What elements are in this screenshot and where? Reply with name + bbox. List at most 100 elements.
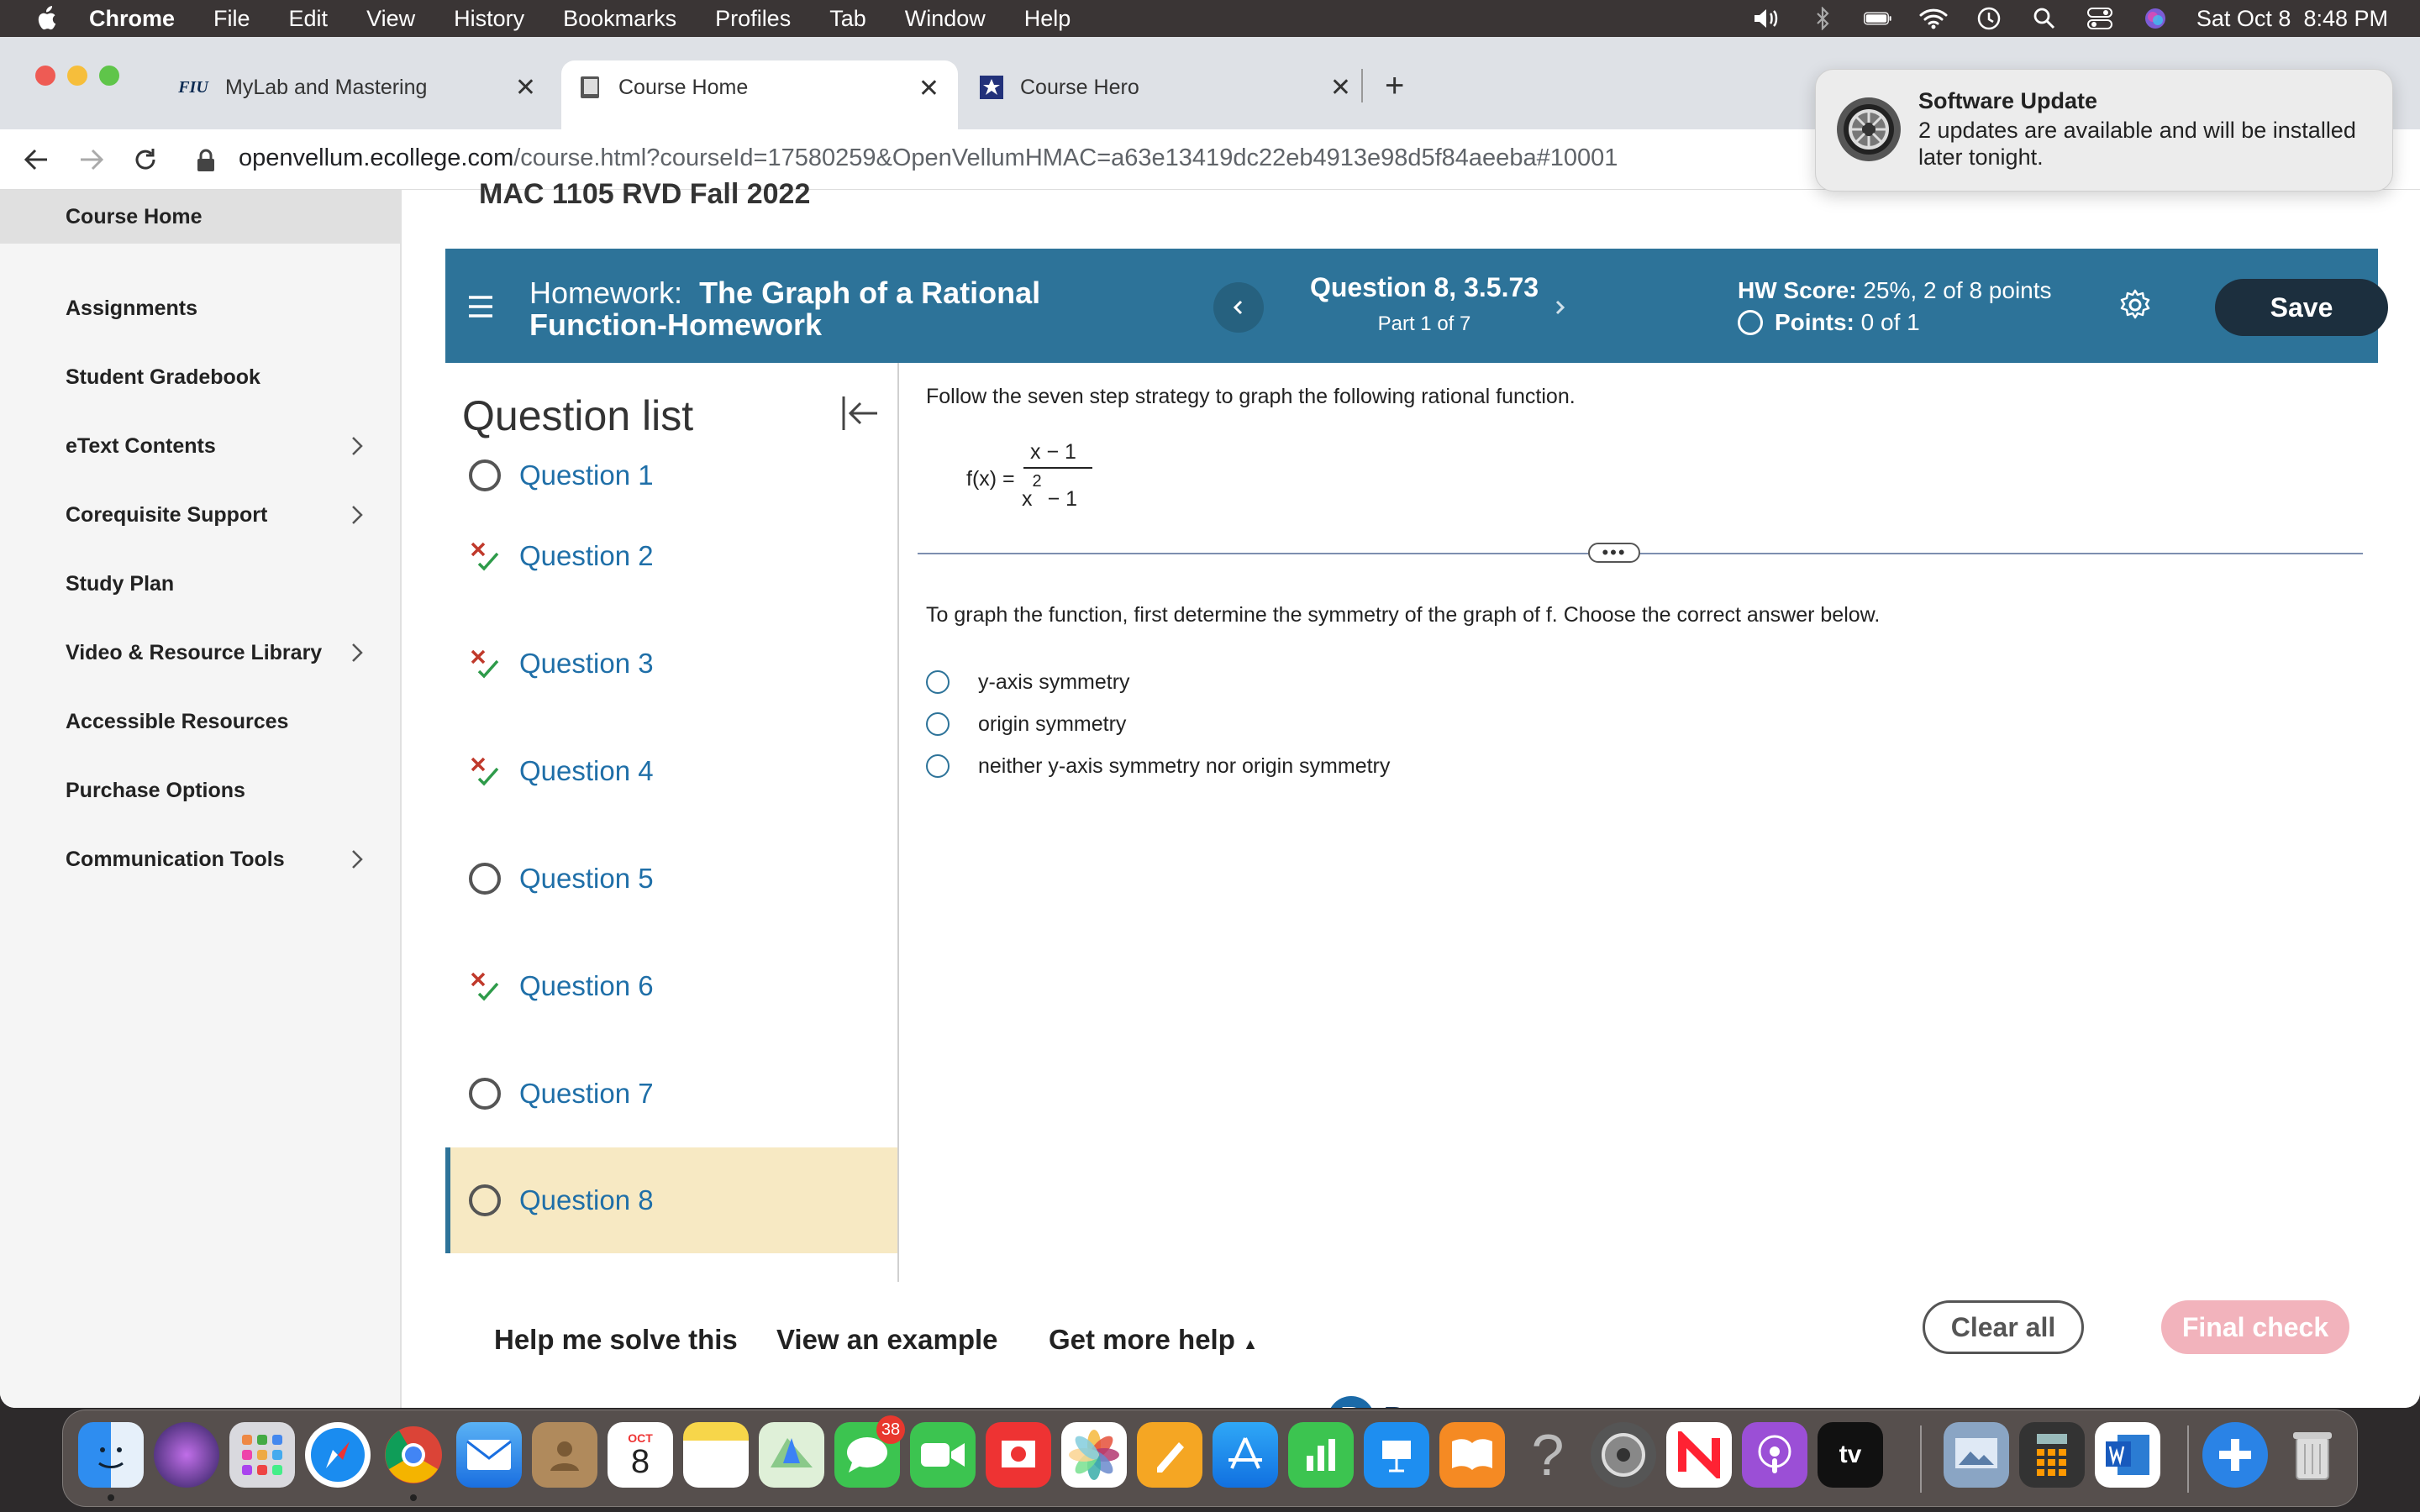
battery-icon[interactable] (1863, 6, 1892, 31)
question-item-3[interactable]: Question 3 (445, 610, 897, 717)
question-item-5[interactable]: Question 5 (445, 825, 897, 932)
menubar-datetime[interactable]: Sat Oct 8 8:48 PM (2196, 6, 2388, 32)
radio-button[interactable] (926, 712, 950, 736)
sidebar-item-video-resource-library[interactable]: Video & Resource Library (0, 618, 400, 687)
save-button[interactable]: Save (2215, 279, 2388, 336)
trash-icon[interactable] (2280, 1422, 2345, 1488)
apple-icon[interactable] (30, 3, 60, 34)
next-question-button[interactable] (1534, 282, 1585, 333)
menu-window[interactable]: Window (905, 6, 986, 32)
hamburger-menu-icon[interactable] (467, 292, 494, 321)
mail-icon[interactable] (456, 1422, 522, 1488)
numbers-icon[interactable] (1288, 1422, 1354, 1488)
collapse-panel-icon[interactable] (839, 391, 882, 435)
podcasts-icon[interactable] (1742, 1422, 1807, 1488)
siri-app-icon[interactable] (154, 1422, 219, 1488)
keynote-icon[interactable] (1364, 1422, 1429, 1488)
control-center-icon[interactable] (2086, 6, 2114, 31)
final-check-button[interactable]: Final check (2161, 1300, 2349, 1354)
sidebar-item-communication-tools[interactable]: Communication Tools (0, 825, 400, 894)
question-item-4[interactable]: Question 4 (445, 717, 897, 825)
radio-button[interactable] (926, 670, 950, 694)
pages-icon[interactable] (1137, 1422, 1202, 1488)
help-question-icon[interactable]: ? (1515, 1422, 1581, 1488)
volume-icon[interactable] (1753, 6, 1781, 31)
menu-help[interactable]: Help (1024, 6, 1071, 32)
previous-question-button[interactable] (1213, 282, 1264, 333)
close-icon[interactable]: ✕ (918, 74, 939, 103)
menu-tab[interactable]: Tab (829, 6, 866, 32)
gear-icon[interactable] (2118, 287, 2153, 323)
news-icon[interactable] (1666, 1422, 1732, 1488)
menu-view[interactable]: View (366, 6, 415, 32)
sidebar-item-student-gradebook[interactable]: Student Gradebook (0, 343, 400, 412)
window-minimize-button[interactable] (67, 66, 87, 86)
question-item-2[interactable]: Question 2 (445, 502, 897, 610)
help-me-solve-button[interactable]: Help me solve this (494, 1324, 738, 1356)
sidebar-item-assignments[interactable]: Assignments (0, 274, 400, 343)
calculator-icon[interactable] (2019, 1422, 2085, 1488)
messages-icon[interactable]: 38 (834, 1415, 905, 1488)
window-zoom-button[interactable] (99, 66, 119, 86)
menu-file[interactable]: File (213, 6, 250, 32)
contacts-icon[interactable] (532, 1422, 597, 1488)
launchpad-icon[interactable] (229, 1422, 295, 1488)
lock-icon[interactable] (195, 148, 217, 173)
apple-tv-icon[interactable]: tv (1818, 1422, 1883, 1488)
tab-course-home[interactable]: Course Home ✕ (561, 60, 958, 129)
menu-edit[interactable]: Edit (289, 6, 329, 32)
menu-app-name[interactable]: Chrome (89, 6, 175, 32)
siri-icon[interactable] (2141, 6, 2170, 31)
radio-button[interactable] (926, 754, 950, 778)
view-example-button[interactable]: View an example (776, 1324, 998, 1356)
menu-history[interactable]: History (454, 6, 524, 32)
tab-course-hero[interactable]: Course Hero ✕ (966, 60, 1370, 114)
word-icon[interactable] (2095, 1422, 2160, 1488)
question-item-7[interactable]: Question 7 (445, 1040, 897, 1147)
expand-more-icon[interactable]: ••• (1588, 543, 1640, 563)
wifi-icon[interactable] (1919, 6, 1948, 31)
spotlight-search-icon[interactable] (2030, 6, 2059, 31)
forward-arrow-icon[interactable] (72, 140, 111, 179)
get-more-help-button[interactable]: Get more help ▲ (1049, 1324, 1258, 1356)
answer-option-neither[interactable]: neither y-axis symmetry nor origin symme… (926, 749, 1390, 783)
books-icon[interactable] (1439, 1422, 1505, 1488)
chrome-icon[interactable] (381, 1422, 446, 1488)
safari-icon[interactable] (305, 1422, 371, 1488)
sidebar-item-accessible-resources[interactable]: Accessible Resources (0, 687, 400, 756)
sidebar-item-purchase-options[interactable]: Purchase Options (0, 756, 400, 825)
sidebar-item-corequisite-support[interactable]: Corequisite Support (0, 480, 400, 549)
menu-profiles[interactable]: Profiles (715, 6, 791, 32)
reload-icon[interactable] (126, 140, 165, 179)
close-icon[interactable]: ✕ (515, 73, 536, 102)
answer-option-y-axis[interactable]: y-axis symmetry (926, 665, 1130, 699)
window-close-button[interactable] (35, 66, 55, 86)
answer-option-origin[interactable]: origin symmetry (926, 707, 1126, 741)
new-tab-plus-icon[interactable]: + (1385, 67, 1404, 105)
calendar-icon[interactable]: OCT 8 (608, 1422, 673, 1488)
maps-icon[interactable] (759, 1422, 824, 1488)
url-field[interactable]: openvellum.ecollege.com/course.html?cour… (239, 144, 1618, 172)
system-preferences-icon[interactable] (1591, 1422, 1656, 1488)
preview-icon[interactable] (1944, 1422, 2009, 1488)
photo-booth-icon[interactable] (986, 1422, 1051, 1488)
app-store-icon[interactable] (1213, 1422, 1278, 1488)
notes-icon[interactable] (683, 1422, 749, 1488)
photos-icon[interactable] (1061, 1422, 1127, 1488)
question-item-6[interactable]: Question 6 (445, 932, 897, 1040)
close-icon[interactable]: ✕ (1330, 73, 1351, 102)
bluetooth-icon[interactable] (1808, 6, 1837, 31)
sidebar-item-course-home[interactable]: Course Home (0, 190, 400, 244)
sidebar-item-etext-contents[interactable]: eText Contents (0, 412, 400, 480)
clear-all-button[interactable]: Clear all (1923, 1300, 2084, 1354)
menu-bookmarks[interactable]: Bookmarks (563, 6, 676, 32)
add-plus-icon[interactable] (2202, 1422, 2268, 1488)
facetime-icon[interactable] (910, 1422, 976, 1488)
back-arrow-icon[interactable] (17, 140, 55, 179)
tab-mylab[interactable]: FIU MyLab and Mastering ✕ (160, 60, 555, 114)
software-update-notification[interactable]: Software Update 2 updates are available … (1815, 69, 2393, 192)
question-item-8[interactable]: Question 8 (445, 1147, 897, 1253)
sidebar-item-study-plan[interactable]: Study Plan (0, 549, 400, 618)
time-machine-icon[interactable] (1975, 6, 2003, 31)
finder-icon[interactable] (78, 1422, 144, 1488)
